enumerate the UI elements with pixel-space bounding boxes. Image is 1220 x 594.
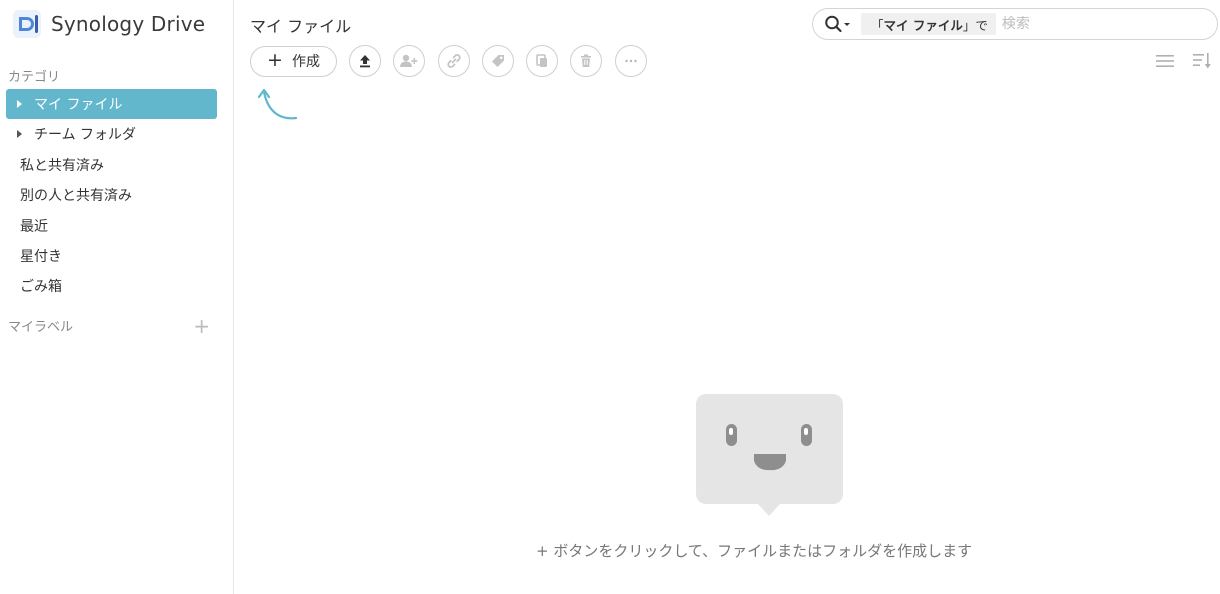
sidebar-item-recent[interactable]: 最近 — [6, 211, 217, 241]
category-label: カテゴリ — [8, 70, 61, 85]
upload-icon — [360, 55, 370, 68]
sidebar-item-label: マイ ファイル — [34, 97, 123, 113]
sidebar: Synology Drive カテゴリ マイ ファイル チーム フォルダ 私と共… — [0, 0, 234, 594]
caret-right-icon[interactable] — [17, 100, 22, 108]
sidebar-item-my-files[interactable]: マイ ファイル — [6, 89, 217, 119]
my-labels-title: マイラベル — [8, 320, 74, 335]
create-button[interactable]: + 作成 — [250, 45, 337, 77]
caret-right-icon[interactable] — [17, 130, 22, 139]
plus-icon: + — [267, 49, 283, 71]
brand-name: Synology Drive — [51, 12, 206, 36]
search-scope-chip[interactable]: 「マイ ファイル 」で — [861, 13, 996, 35]
sidebar-item-trash[interactable]: ごみ箱 — [6, 271, 217, 301]
hint-arrow-icon — [258, 88, 298, 120]
copy-button[interactable] — [526, 45, 559, 77]
sidebar-item-starred[interactable]: 星付き — [6, 241, 217, 271]
share-user-icon — [400, 54, 418, 67]
link-button[interactable] — [437, 45, 470, 77]
page-title: マイ ファイル — [250, 17, 352, 36]
search-input[interactable] — [1001, 16, 1202, 32]
sidebar-item-label: ごみ箱 — [20, 279, 62, 296]
sidebar-item-label: 別の人と共有済み — [20, 188, 132, 205]
link-icon — [446, 54, 461, 68]
delete-button[interactable] — [570, 45, 603, 77]
toolbar: + 作成 — [250, 45, 659, 77]
more-icon — [625, 59, 637, 63]
synology-drive-logo-icon — [13, 10, 41, 38]
sidebar-item-shared-with-others[interactable]: 別の人と共有済み — [6, 180, 217, 210]
scope-close-bracket: 」で — [962, 17, 988, 33]
add-label-button[interactable]: + — [193, 316, 210, 336]
sort-icon — [1193, 53, 1211, 69]
list-view-button[interactable] — [1155, 51, 1175, 71]
more-button[interactable] — [614, 45, 647, 77]
empty-folder-face-icon — [696, 394, 843, 516]
sidebar-item-label: チーム フォルダ — [34, 127, 137, 144]
sidebar-item-team-folder[interactable]: チーム フォルダ — [6, 119, 217, 149]
trash-icon — [581, 54, 592, 67]
sidebar-item-label: 星付き — [20, 248, 62, 265]
view-tools — [1155, 51, 1220, 71]
sort-button[interactable] — [1192, 51, 1212, 71]
tag-button[interactable] — [481, 45, 514, 77]
create-button-label: 作成 — [291, 54, 320, 70]
sidebar-item-label: 最近 — [20, 218, 48, 235]
sidebar-nav: マイ ファイル チーム フォルダ 私と共有済み 別の人と共有済み 最近 星付き … — [6, 89, 217, 302]
brand[interactable]: Synology Drive — [12, 8, 205, 40]
empty-state-message: + ボタンをクリックして、ファイルまたはフォルダを作成します — [536, 542, 973, 560]
copy-icon — [536, 54, 548, 67]
tag-icon — [491, 55, 504, 67]
upload-button[interactable] — [349, 45, 381, 77]
search-icon[interactable] — [824, 14, 854, 34]
sidebar-item-label: 私と共有済み — [20, 157, 104, 174]
sidebar-item-shared-with-me[interactable]: 私と共有済み — [6, 150, 217, 180]
scope-name: マイ ファイル — [883, 17, 963, 33]
list-view-icon — [1156, 55, 1174, 67]
my-labels-section: マイラベル + — [8, 316, 210, 336]
share-button[interactable] — [393, 45, 426, 77]
scope-open-bracket: 「 — [871, 17, 884, 33]
search-bar[interactable]: 「マイ ファイル 」で — [812, 8, 1218, 40]
